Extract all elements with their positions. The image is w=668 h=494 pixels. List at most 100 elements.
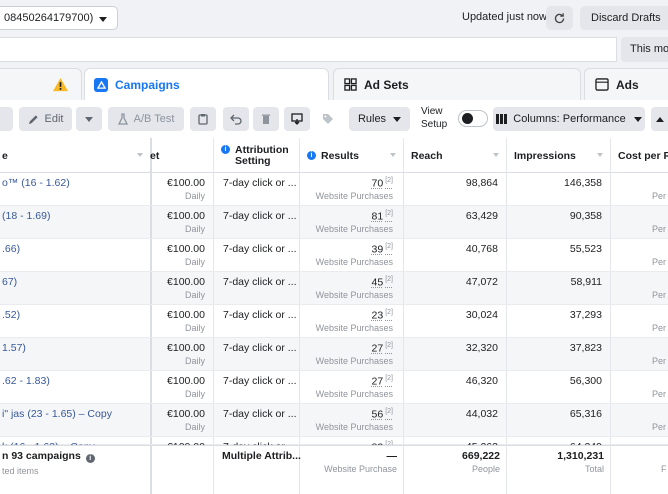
table-row[interactable]: k (16 - 1.63) – Copy€100.007-day click o… (0, 437, 668, 454)
results-cell: 70 [2] Website Purchases (300, 173, 404, 205)
results-value[interactable]: 56 [2] (372, 408, 393, 421)
budget-cell[interactable]: €100.00 Daily (150, 371, 214, 403)
edit-dropdown-button[interactable] (76, 107, 102, 131)
discard-drafts-button[interactable]: Discard Drafts (580, 6, 668, 30)
table-row[interactable]: .52) €100.00 Daily 7-day click or ... 23 [2] W… (0, 305, 668, 338)
table-row[interactable]: o™ (16 - 1.62) €100.00 Daily 7-day click or… (0, 173, 668, 206)
attribution-cell: 7-day click or ... (214, 239, 300, 271)
refresh-button[interactable] (546, 6, 573, 30)
impressions-value: 58,911 (570, 276, 602, 288)
results-number: 27 (371, 375, 384, 388)
table-row[interactable]: .62 - 1.83) €100.00 Daily 7-day click or ..… (0, 371, 668, 404)
undo-button[interactable] (223, 107, 249, 131)
columns-button[interactable]: Columns: Performance (493, 107, 645, 131)
totals-cpr-sub: F (661, 464, 667, 474)
table-row[interactable]: i" jas (23 - 1.65) – Copy €100.00 Daily 7-d… (0, 404, 668, 437)
campaign-name-link[interactable]: .66) (0, 239, 152, 271)
campaign-name-link[interactable]: .62 - 1.83) (0, 371, 152, 403)
results-value[interactable]: 81 [2] (372, 210, 393, 223)
col-header-impressions[interactable]: Impressions (507, 138, 611, 173)
table-row[interactable]: (18 - 1.69) €100.00 Daily 7-day click or ..… (0, 206, 668, 239)
col-header-cost-per-result[interactable]: Cost per R (611, 138, 668, 173)
results-value[interactable]: 70 [2] (372, 177, 393, 190)
impressions-cell: 146,358 (507, 173, 611, 205)
budget-cell[interactable]: €100.00 Daily (150, 404, 214, 436)
budget-period: Daily (184, 389, 205, 399)
budget-cell[interactable]: €100.00 Daily (150, 272, 214, 304)
reach-value: 40,768 (465, 243, 498, 255)
campaign-name-link[interactable]: (18 - 1.69) (0, 206, 152, 238)
campaign-name-link[interactable]: k (16 - 1.63) – Copy (0, 437, 152, 453)
tab-campaigns[interactable]: Campaigns (84, 68, 329, 101)
table-row[interactable]: 67) €100.00 Daily 7-day click or ... 45 [2] We… (0, 272, 668, 305)
budget-cell[interactable]: €100.00 Daily (150, 239, 214, 271)
budget-cell[interactable]: €100.00 Daily (150, 305, 214, 337)
reach-value: 47,072 (465, 276, 498, 288)
cpr-type: Per P (652, 422, 668, 432)
cost-per-result-cell: Per P (611, 305, 668, 337)
budget-period: Daily (184, 356, 205, 366)
warning-icon (53, 77, 68, 92)
budget-cell[interactable]: €100.00 Daily (150, 338, 214, 370)
edit-button[interactable]: Edit (19, 107, 72, 131)
table-row[interactable]: .66) €100.00 Daily 7-day click or ... 39 [2] W… (0, 239, 668, 272)
results-number: 27 (371, 342, 384, 355)
view-setup-toggle[interactable] (458, 110, 488, 127)
budget-cell[interactable]: €100.00 Daily (150, 173, 214, 205)
totals-results-cell: — Website Purchase (300, 446, 404, 494)
reach-cell: 45,263 (404, 437, 507, 453)
budget-cell[interactable]: €100.00 (150, 437, 214, 453)
reach-cell: 40,768 (404, 239, 507, 271)
view-setup-line-1: View (421, 106, 443, 117)
results-value[interactable]: 39 [2] (372, 243, 393, 256)
results-value[interactable]: 23 [2] (372, 309, 393, 322)
tag-button[interactable] (315, 107, 341, 131)
results-value[interactable]: 45 [2] (372, 276, 393, 289)
tab-account-overview[interactable] (0, 68, 82, 100)
campaign-name-link[interactable]: i" jas (23 - 1.65) – Copy (0, 404, 152, 436)
results-type: Website Purchases (315, 422, 393, 432)
campaign-name-link[interactable]: 1.57) (0, 338, 152, 370)
chevron-down-icon (393, 116, 402, 122)
results-cell: 23 [2] Website Purchases (300, 305, 404, 337)
budget-period: Daily (184, 191, 205, 201)
attribution-cell: 7-day click or ... (214, 437, 300, 453)
create-button[interactable] (0, 107, 13, 131)
cpr-type: Per P (652, 191, 668, 201)
ab-test-button[interactable]: A/B Test (108, 107, 184, 131)
attribution-cell: 7-day click or ... (214, 272, 300, 304)
cpr-type: Per P (652, 224, 668, 234)
campaign-name-link[interactable]: 67) (0, 272, 152, 304)
totals-results: — (386, 450, 398, 462)
breakdown-button[interactable] (651, 107, 668, 131)
results-value[interactable]: 27 [2] (372, 375, 393, 388)
delete-button[interactable] (253, 107, 279, 131)
tab-ads[interactable]: Ads (584, 68, 668, 100)
col-header-results[interactable]: i Results (300, 138, 404, 173)
reach-value: 32,320 (465, 342, 498, 354)
budget-value: €100.00 (167, 342, 205, 354)
col-header-name[interactable]: e (0, 138, 152, 173)
col-header-budget[interactable]: et (150, 138, 214, 173)
col-header-attribution[interactable]: i Attribution Setting (214, 138, 300, 173)
campaign-name-link[interactable]: .52) (0, 305, 152, 337)
tab-ad-sets[interactable]: Ad Sets (333, 68, 581, 100)
rules-button[interactable]: Rules (349, 107, 410, 131)
col-header-impressions-label: Impressions (514, 149, 576, 162)
export-button[interactable] (284, 107, 310, 131)
ad-account-select[interactable]: 08450264179700) (0, 6, 118, 30)
reach-cell: 30,024 (404, 305, 507, 337)
col-header-reach[interactable]: Reach (404, 138, 507, 173)
results-value[interactable]: 27 [2] (372, 342, 393, 355)
duplicate-button[interactable] (190, 107, 216, 131)
table-row[interactable]: 1.57) €100.00 Daily 7-day click or ... 27 [2]… (0, 338, 668, 371)
date-range-button[interactable]: This mo (621, 37, 668, 62)
col-header-cpr-label: Cost per R (618, 149, 668, 162)
budget-cell[interactable]: €100.00 Daily (150, 206, 214, 238)
totals-budget-cell (150, 446, 214, 494)
search-filter-input[interactable] (0, 37, 617, 62)
impressions-cell: 56,300 (507, 371, 611, 403)
cpr-type: Per P (652, 389, 668, 399)
campaign-name-link[interactable]: o™ (16 - 1.62) (0, 173, 152, 205)
footnote-icon: [2] (385, 177, 393, 184)
